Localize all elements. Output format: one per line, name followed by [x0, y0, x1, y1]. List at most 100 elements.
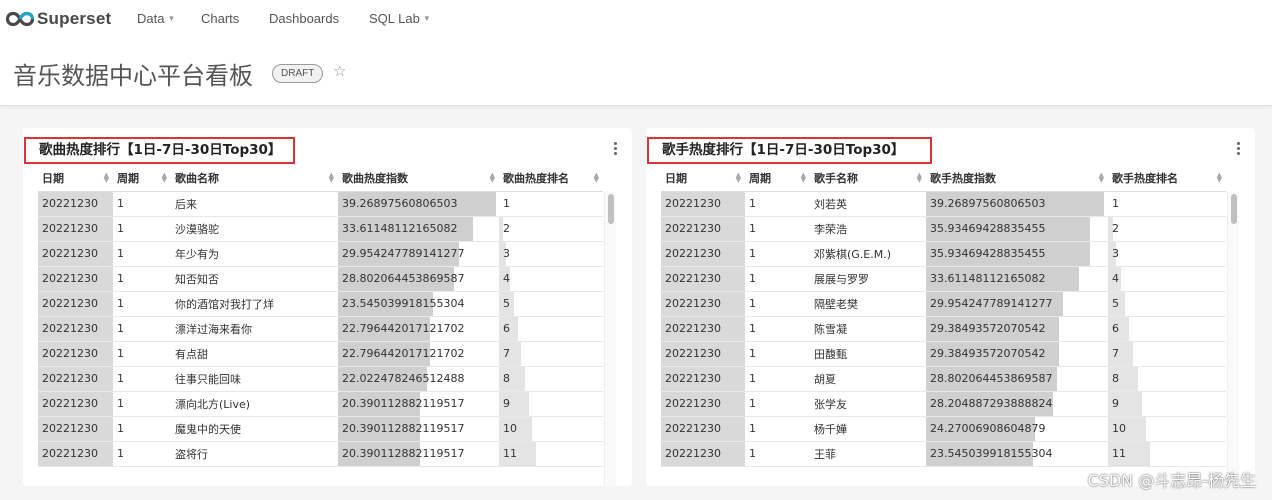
cell-date: 20221230 [661, 266, 745, 292]
column-header-rank[interactable]: 歌手热度排名 ▲ ▼ [1108, 165, 1226, 192]
table-row[interactable]: 20221230 1 张学友 28.204887293888824 9 [661, 391, 1226, 417]
table-row[interactable]: 20221230 1 漂洋过海来看你 22.796442017121702 6 [38, 316, 603, 342]
cell-rank-value: 8 [1112, 372, 1119, 385]
cell-rank-value: 2 [503, 222, 510, 235]
cell-period: 1 [113, 391, 171, 417]
cell-date: 20221230 [661, 291, 745, 317]
table-row[interactable]: 20221230 1 杨千嬅 24.27006908604879 10 [661, 416, 1226, 442]
cell-score: 29.954247789141277 [926, 291, 1108, 317]
cell-date: 20221230 [38, 366, 113, 392]
cell-rank-value: 6 [1112, 322, 1119, 335]
cell-score-value: 28.802064453869587 [930, 372, 1053, 385]
cell-period: 1 [113, 316, 171, 342]
column-header-label: 歌曲热度指数 [342, 171, 408, 185]
table-row[interactable]: 20221230 1 展展与罗罗 33.61148112165082 4 [661, 266, 1226, 292]
cell-rank: 7 [1108, 341, 1226, 367]
column-header-date[interactable]: 日期 ▲ ▼ [661, 165, 745, 192]
column-header-label: 歌曲热度排名 [503, 171, 569, 185]
draft-status-badge[interactable]: DRAFT [272, 64, 324, 83]
vertical-scrollbar[interactable] [1227, 192, 1239, 486]
top-navbar: Superset Data ▼ Charts Dashboards SQL Lab… [0, 0, 1272, 38]
table-row[interactable]: 20221230 1 盗将行 20.390112882119517 11 [38, 441, 603, 467]
table-row[interactable]: 20221230 1 陈雪凝 29.38493572070542 6 [661, 316, 1226, 342]
nav-sql-lab-label: SQL Lab [369, 11, 420, 26]
cell-rank-value: 6 [503, 322, 510, 335]
column-header-name[interactable]: 歌手名称 ▲ ▼ [810, 165, 926, 192]
column-header-score[interactable]: 歌曲热度指数 ▲ ▼ [338, 165, 499, 192]
column-header-label: 周期 [117, 171, 139, 185]
dashboard-header: 音乐数据中心平台看板 DRAFT ☆ [0, 38, 1272, 106]
cell-date: 20221230 [38, 266, 113, 292]
cell-period: 1 [113, 416, 171, 442]
table-row[interactable]: 20221230 1 胡夏 28.802064453869587 8 [661, 366, 1226, 392]
scrollbar-thumb[interactable] [608, 194, 614, 224]
table-row[interactable]: 20221230 1 王菲 23.545039918155304 11 [661, 441, 1226, 467]
cell-period: 1 [745, 441, 810, 467]
table-row[interactable]: 20221230 1 你的酒馆对我打了烊 23.545039918155304 5 [38, 291, 603, 317]
column-header-label: 日期 [42, 171, 64, 185]
table-row[interactable]: 20221230 1 隔壁老樊 29.954247789141277 5 [661, 291, 1226, 317]
cell-name: 年少有为 [171, 241, 338, 267]
table-row[interactable]: 20221230 1 往事只能回味 22.022478246512488 8 [38, 366, 603, 392]
cell-period: 1 [745, 191, 810, 217]
sort-icon: ▲ ▼ [161, 171, 167, 184]
cell-date: 20221230 [661, 416, 745, 442]
scrollbar-thumb[interactable] [1231, 194, 1237, 224]
table-container[interactable]: 日期 ▲ ▼ 周期 ▲ ▼ 歌手名称 ▲ ▼ 歌手热度指数 ▲ ▼ 歌手热度排名 ▲ ▼ 20221… [661, 165, 1241, 486]
nav-sql-lab-menu[interactable]: SQL Lab ▼ [369, 11, 431, 26]
column-header-rank[interactable]: 歌曲热度排名 ▲ ▼ [499, 165, 603, 192]
cell-name: 隔壁老樊 [810, 291, 926, 317]
cell-score: 20.390112882119517 [338, 441, 499, 467]
cell-name: 邓紫棋(G.E.M.) [810, 241, 926, 267]
column-header-label: 歌手热度排名 [1112, 171, 1178, 185]
cell-score: 29.38493572070542 [926, 316, 1108, 342]
dashboard-title[interactable]: 音乐数据中心平台看板 [13, 56, 253, 91]
nav-charts[interactable]: Charts [201, 11, 239, 26]
table-row[interactable]: 20221230 1 有点甜 22.796442017121702 7 [38, 341, 603, 367]
table-body: 20221230 1 刘若英 39.26897560806503 1 20221230 1 李… [661, 191, 1226, 467]
table-row[interactable]: 20221230 1 漂向北方(Live) 20.390112882119517 9 [38, 391, 603, 417]
cell-score: 22.796442017121702 [338, 341, 499, 367]
column-header-period[interactable]: 周期 ▲ ▼ [113, 165, 171, 192]
cell-score: 23.545039918155304 [338, 291, 499, 317]
superset-logo[interactable]: Superset [6, 9, 111, 29]
cell-score-value: 28.802064453869587 [342, 272, 465, 285]
chart-title: 歌手热度排行【1日-7日-30日Top30】 [647, 137, 932, 164]
nav-dashboards[interactable]: Dashboards [269, 11, 339, 26]
column-header-period[interactable]: 周期 ▲ ▼ [745, 165, 810, 192]
table-row[interactable]: 20221230 1 刘若英 39.26897560806503 1 [661, 191, 1226, 217]
vertical-scrollbar[interactable] [604, 192, 616, 486]
table-row[interactable]: 20221230 1 知否知否 28.802064453869587 4 [38, 266, 603, 292]
star-icon[interactable]: ☆ [333, 62, 346, 80]
cell-rank: 11 [499, 441, 603, 467]
cell-rank: 4 [499, 266, 603, 292]
cell-period: 1 [113, 241, 171, 267]
table-row[interactable]: 20221230 1 邓紫棋(G.E.M.) 35.93469428835455 3 [661, 241, 1226, 267]
table-row[interactable]: 20221230 1 魔鬼中的天使 20.390112882119517 10 [38, 416, 603, 442]
cell-date: 20221230 [38, 391, 113, 417]
table-row[interactable]: 20221230 1 沙漠骆驼 33.61148112165082 2 [38, 216, 603, 242]
cell-name: 陈雪凝 [810, 316, 926, 342]
table-container[interactable]: 日期 ▲ ▼ 周期 ▲ ▼ 歌曲名称 ▲ ▼ 歌曲热度指数 ▲ ▼ 歌曲热度排名 ▲ ▼ 20221… [38, 165, 618, 486]
nav-data-menu[interactable]: Data ▼ [137, 11, 175, 26]
cell-rank-value: 4 [503, 272, 510, 285]
table-row[interactable]: 20221230 1 年少有为 29.954247789141277 3 [38, 241, 603, 267]
cell-rank-value: 7 [503, 347, 510, 360]
column-header-score[interactable]: 歌手热度指数 ▲ ▼ [926, 165, 1108, 192]
more-options-icon[interactable] [1237, 142, 1241, 157]
column-header-name[interactable]: 歌曲名称 ▲ ▼ [171, 165, 338, 192]
cell-period: 1 [745, 366, 810, 392]
table-row[interactable]: 20221230 1 李荣浩 35.93469428835455 2 [661, 216, 1226, 242]
cell-date: 20221230 [38, 316, 113, 342]
cell-score-value: 29.954247789141277 [342, 247, 465, 260]
cell-rank: 11 [1108, 441, 1226, 467]
more-options-icon[interactable] [614, 142, 618, 157]
cell-name: 展展与罗罗 [810, 266, 926, 292]
cell-score-value: 29.38493572070542 [930, 322, 1046, 335]
table-row[interactable]: 20221230 1 田馥甄 29.38493572070542 7 [661, 341, 1226, 367]
cell-score: 39.26897560806503 [338, 191, 499, 217]
column-header-date[interactable]: 日期 ▲ ▼ [38, 165, 113, 192]
table-row[interactable]: 20221230 1 后来 39.26897560806503 1 [38, 191, 603, 217]
cell-name: 往事只能回味 [171, 366, 338, 392]
sort-icon: ▲ ▼ [1216, 171, 1222, 184]
